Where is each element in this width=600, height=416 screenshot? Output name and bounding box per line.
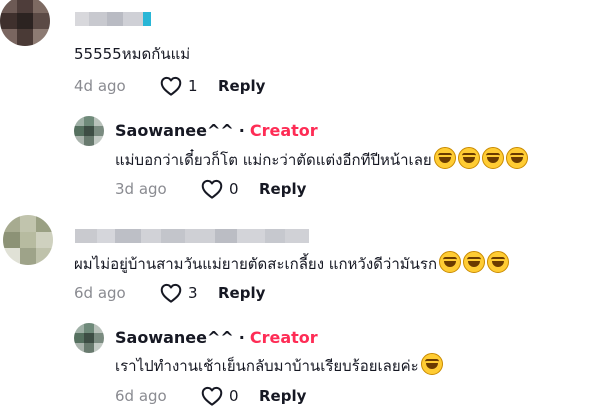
comment-text: 55555หมดกันแม่ bbox=[74, 45, 191, 63]
creator-username[interactable]: Saowanee^^ bbox=[115, 328, 234, 347]
laughing-tears-emoji bbox=[420, 353, 443, 375]
heart-outline-icon[interactable] bbox=[201, 179, 223, 199]
comment-text-line: ผมไม่อยู่บ้านสามวันแม่ยายตัดสะเกลี้ยง แก… bbox=[74, 251, 510, 274]
creator-badge: Creator bbox=[249, 328, 318, 347]
reply-button[interactable]: Reply bbox=[259, 387, 306, 405]
commenter-avatar[interactable] bbox=[0, 0, 50, 46]
reply-button[interactable]: Reply bbox=[218, 77, 265, 95]
separator-dot: · bbox=[238, 121, 245, 140]
reply-text-line: เราไปทำงานเช้าเย็นกลับมาบ้านเรียบร้อยเลย… bbox=[115, 353, 443, 376]
laughing-tears-emoji bbox=[457, 147, 480, 169]
reply-meta: 6d ago 0 Reply bbox=[115, 385, 306, 407]
heart-outline-icon[interactable] bbox=[201, 386, 223, 406]
reply-text: เราไปทำงานเช้าเย็นกลับมาบ้านเรียบร้อยเลย… bbox=[115, 357, 419, 375]
creator-username[interactable]: Saowanee^^ bbox=[115, 121, 234, 140]
like-count: 0 bbox=[229, 387, 239, 405]
comment-meta: 4d ago 1 Reply bbox=[74, 75, 265, 97]
creator-name-line: Saowanee^^ · Creator bbox=[115, 121, 318, 140]
heart-outline-icon[interactable] bbox=[160, 76, 182, 96]
reply-button[interactable]: Reply bbox=[259, 180, 306, 198]
like-button[interactable]: 3 bbox=[160, 283, 218, 303]
commenter-avatar[interactable] bbox=[3, 215, 53, 265]
reply-button[interactable]: Reply bbox=[218, 284, 265, 302]
comment-time: 6d ago bbox=[74, 284, 126, 302]
comment-time: 4d ago bbox=[74, 77, 126, 95]
reply-text-line: แม่บอกว่าเดี๋ยวก็โต แม่กะว่าตัดแต่งอีกที… bbox=[115, 147, 528, 170]
reply-text: แม่บอกว่าเดี๋ยวก็โต แม่กะว่าตัดแต่งอีกที… bbox=[115, 151, 432, 169]
creator-avatar[interactable] bbox=[74, 116, 104, 146]
comment-text: ผมไม่อยู่บ้านสามวันแม่ยายตัดสะเกลี้ยง แก… bbox=[74, 255, 438, 273]
separator-dot: · bbox=[238, 328, 245, 347]
laughing-tears-emoji bbox=[463, 251, 486, 273]
reply-time: 6d ago bbox=[115, 387, 167, 405]
laughing-tears-emoji bbox=[505, 147, 528, 169]
like-button[interactable]: 0 bbox=[201, 179, 259, 199]
reply-meta: 3d ago 0 Reply bbox=[115, 178, 306, 200]
laughing-tears-emoji bbox=[487, 251, 510, 273]
comment-meta: 6d ago 3 Reply bbox=[74, 282, 265, 304]
laughing-tears-emoji bbox=[481, 147, 504, 169]
like-count: 1 bbox=[188, 77, 198, 95]
commenter-username-blurred[interactable] bbox=[75, 12, 151, 26]
creator-badge: Creator bbox=[249, 121, 318, 140]
reply-time: 3d ago bbox=[115, 180, 167, 198]
laughing-tears-emoji bbox=[439, 251, 462, 273]
like-button[interactable]: 0 bbox=[201, 386, 259, 406]
like-button[interactable]: 1 bbox=[160, 76, 218, 96]
like-count: 0 bbox=[229, 180, 239, 198]
creator-name-line: Saowanee^^ · Creator bbox=[115, 328, 318, 347]
commenter-username-blurred[interactable] bbox=[75, 229, 309, 243]
laughing-tears-emoji bbox=[433, 147, 456, 169]
creator-avatar[interactable] bbox=[74, 323, 104, 353]
like-count: 3 bbox=[188, 284, 198, 302]
heart-outline-icon[interactable] bbox=[160, 283, 182, 303]
